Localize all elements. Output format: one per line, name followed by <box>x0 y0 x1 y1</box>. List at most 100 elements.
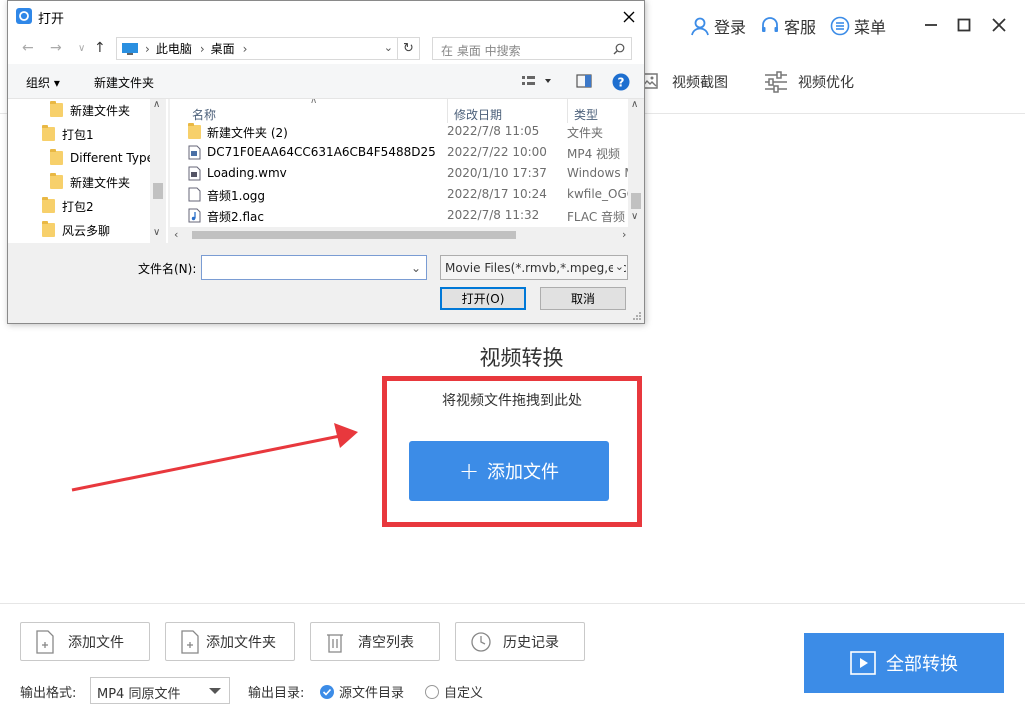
view-options-icon[interactable] <box>522 75 552 87</box>
help-icon[interactable]: ? <box>612 73 630 91</box>
up-arrow-icon[interactable]: ↑ <box>94 40 106 56</box>
scroll-down-icon[interactable]: ∨ <box>631 211 638 222</box>
scroll-thumb[interactable] <box>192 231 516 239</box>
video-optimize-tool[interactable]: 视频优化 <box>764 71 854 93</box>
audio-file-icon <box>188 208 201 223</box>
source-dir-radio[interactable]: 源文件目录 <box>320 682 404 701</box>
clear-list-button[interactable]: 清空列表 <box>310 622 440 661</box>
user-icon <box>691 17 709 36</box>
scroll-up-icon[interactable]: ∧ <box>631 99 638 110</box>
filename-input[interactable]: ⌄ <box>201 255 427 280</box>
column-divider[interactable] <box>567 99 568 123</box>
close-button[interactable] <box>986 12 1012 38</box>
breadcrumb-sep-icon: › <box>145 41 150 56</box>
file-row[interactable]: 音频2.flac 2022/7/8 11:32 FLAC 音频 <box>170 205 628 226</box>
tree-item[interactable]: 风云多聊 <box>42 219 110 241</box>
tree-item[interactable]: 打包1 <box>42 123 94 145</box>
folder-icon <box>42 221 55 237</box>
scroll-thumb[interactable] <box>153 183 163 199</box>
close-icon <box>992 18 1006 32</box>
headset-icon <box>762 17 779 32</box>
play-icon <box>850 651 876 675</box>
app-logo-icon <box>16 8 32 24</box>
new-folder-button[interactable]: 新建文件夹 <box>94 74 154 91</box>
add-file-main-button[interactable]: + 添加文件 <box>409 441 609 501</box>
menu-button[interactable]: 菜单 <box>830 14 886 38</box>
dialog-title: 打开 <box>38 12 65 27</box>
file-name: 新建文件夹 (2) <box>207 126 288 140</box>
file-row[interactable]: Loading.wmv 2020/1/10 17:37 Windows M <box>170 163 629 184</box>
output-format-select[interactable]: MP4 同原文件 <box>90 677 230 704</box>
open-button[interactable]: 打开(O) <box>440 287 526 310</box>
cancel-button[interactable]: 取消 <box>540 287 626 310</box>
file-row[interactable]: DC71F0EAA64CC631A6CB4F5488D25... 2022/7/… <box>170 142 628 163</box>
chevron-down-icon <box>209 688 221 694</box>
scroll-down-icon[interactable]: ∨ <box>153 227 160 238</box>
tree-item[interactable]: 新建文件夹 <box>50 99 130 121</box>
file-type-filter[interactable]: Movie Files(*.rmvb,*.mpeg,etc ⌄ <box>440 255 628 280</box>
sort-chevron-icon: ∧ <box>310 99 318 106</box>
menu-label: 菜单 <box>854 18 887 37</box>
file-type: kwfile_OGG <box>567 187 629 201</box>
chevron-down-icon[interactable]: ⌄ <box>384 41 393 54</box>
tree-item[interactable]: 新建文件夹 <box>50 171 130 193</box>
tree-item[interactable]: 打包2 <box>42 195 94 217</box>
resize-grip-icon[interactable] <box>632 311 642 321</box>
video-screenshot-tool[interactable]: 视频截图 <box>640 72 728 92</box>
address-bar[interactable]: › 此电脑 › 桌面 › ⌄ <box>116 37 398 60</box>
chevron-down-icon[interactable]: ⌄ <box>411 261 421 275</box>
add-file-button[interactable]: 添加文件 <box>20 622 150 661</box>
add-folder-button[interactable]: 添加文件夹 <box>165 622 295 661</box>
file-type-filter-value: Movie Files(*.rmvb,*.mpeg,etc <box>445 261 627 275</box>
preview-pane-icon[interactable] <box>576 74 592 88</box>
source-dir-label: 源文件目录 <box>339 686 405 701</box>
close-icon <box>623 11 635 23</box>
scroll-left-icon[interactable]: ‹ <box>174 228 178 241</box>
file-row[interactable]: 新建文件夹 (2) 2022/7/8 11:05 文件夹 <box>170 121 628 142</box>
scroll-thumb[interactable] <box>631 193 641 209</box>
video-screenshot-label: 视频截图 <box>672 75 728 91</box>
forward-arrow-icon[interactable]: → <box>50 40 62 56</box>
maximize-button[interactable] <box>951 12 977 38</box>
login-button[interactable]: 登录 <box>690 14 746 38</box>
back-arrow-icon[interactable]: ← <box>22 40 34 56</box>
folder-icon <box>42 125 55 141</box>
minimize-button[interactable] <box>918 12 944 38</box>
dialog-close-button[interactable] <box>618 6 640 28</box>
video-optimize-label: 视频优化 <box>798 75 854 91</box>
scroll-up-icon[interactable]: ∧ <box>153 99 160 110</box>
history-label: 历史记录 <box>503 634 559 651</box>
tree-item-label: Different Type <box>70 151 154 165</box>
output-format-value: MP4 同原文件 <box>97 687 181 702</box>
file-list: ∧ 名称 修改日期 类型 新建文件夹 (2) 2022/7/8 11:05 文件… <box>170 99 644 243</box>
menu-icon <box>830 16 850 36</box>
tree-scrollbar[interactable]: ∧ ∨ <box>150 99 166 243</box>
open-file-dialog: 打开 ← → ∨ ↑ › 此电脑 › 桌面 › ⌄ ↻ 在 桌面 中搜索 组织 … <box>7 0 645 324</box>
output-dir-label: 输出目录: <box>248 686 305 701</box>
scroll-right-icon[interactable]: › <box>622 228 626 241</box>
file-list-horizontal-scrollbar[interactable]: ‹ › <box>170 227 644 243</box>
clear-list-label: 清空列表 <box>358 634 414 651</box>
breadcrumb-item[interactable]: 此电脑 <box>156 40 192 57</box>
convert-all-button[interactable]: 全部转换 <box>804 633 1004 693</box>
search-input[interactable]: 在 桌面 中搜索 <box>432 37 632 60</box>
custom-dir-radio[interactable]: 自定义 <box>425 682 483 701</box>
recent-chevron-icon[interactable]: ∨ <box>78 43 85 54</box>
sliders-icon <box>765 71 787 93</box>
column-divider[interactable] <box>447 99 448 123</box>
folder-icon <box>42 197 55 213</box>
file-row[interactable]: 音频1.ogg 2022/8/17 10:24 kwfile_OGG <box>170 184 629 205</box>
maximize-icon <box>957 18 971 32</box>
tree-item[interactable]: Different Type <box>50 147 154 169</box>
breadcrumb-item[interactable]: 桌面 <box>211 40 235 57</box>
file-list-vertical-scrollbar[interactable]: ∧ ∨ <box>628 99 644 227</box>
search-icon <box>613 43 625 55</box>
service-button[interactable]: 客服 <box>760 14 816 38</box>
refresh-button[interactable]: ↻ <box>398 37 420 60</box>
history-button[interactable]: 历史记录 <box>455 622 585 661</box>
chevron-down-icon: ⌄ <box>612 260 624 273</box>
radio-unchecked-icon <box>425 684 439 699</box>
file-type: MP4 视频 <box>567 147 621 161</box>
organize-menu[interactable]: 组织 ▾ <box>26 74 60 91</box>
login-label: 登录 <box>714 18 747 37</box>
